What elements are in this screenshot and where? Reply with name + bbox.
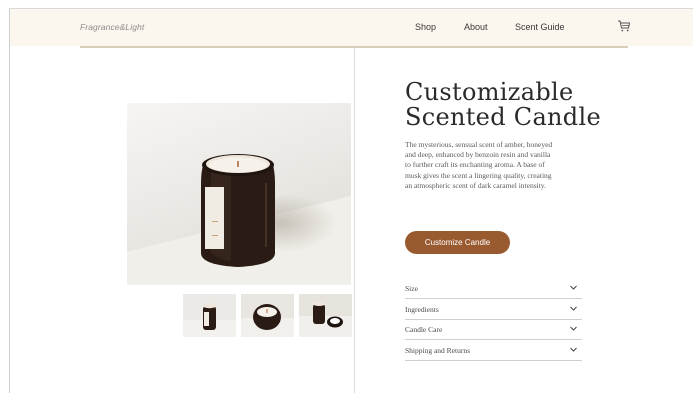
customize-candle-button[interactable]: Customize Candle bbox=[405, 231, 510, 254]
thumbnail-1[interactable] bbox=[183, 294, 236, 337]
chevron-down-icon bbox=[570, 326, 577, 331]
chevron-down-icon bbox=[570, 285, 577, 290]
description-line: and deep, enhanced by benzoin resin and … bbox=[405, 150, 551, 160]
thumbnail-2[interactable] bbox=[241, 294, 294, 337]
description-line: an atmospheric scent of dark caramel int… bbox=[405, 180, 546, 190]
window-left-border bbox=[9, 8, 10, 393]
description-line: to further craft its enchanting aroma. A… bbox=[405, 160, 545, 170]
accordion-candle-care[interactable]: Candle Care bbox=[405, 320, 582, 340]
accordion-label: Ingredients bbox=[405, 305, 439, 314]
product-title: Customizable Scented Candle bbox=[405, 80, 601, 130]
nav-link-scent-guide[interactable]: Scent Guide bbox=[515, 22, 565, 32]
accordion-shipping-returns[interactable]: Shipping and Returns bbox=[405, 341, 582, 361]
description-line: The mysterious, sensual scent of amber, … bbox=[405, 140, 553, 149]
product-description: The mysterious, sensual scent of amber, … bbox=[405, 140, 587, 191]
accordion-label: Shipping and Returns bbox=[405, 346, 470, 355]
nav-link-about[interactable]: About bbox=[464, 22, 488, 32]
description-line: musk gives the scent a lingering quality… bbox=[405, 170, 552, 180]
cart-icon[interactable] bbox=[617, 19, 631, 33]
product-title-line-2: Scented Candle bbox=[405, 103, 601, 131]
thumbnail-3[interactable] bbox=[299, 294, 352, 337]
site-logo[interactable]: Fragrance&Light bbox=[80, 22, 144, 32]
chevron-down-icon bbox=[570, 347, 577, 352]
accordion-ingredients[interactable]: Ingredients bbox=[405, 300, 582, 320]
column-divider bbox=[354, 47, 355, 393]
nav-link-shop[interactable]: Shop bbox=[415, 22, 436, 32]
product-title-line-1: Customizable bbox=[405, 78, 574, 106]
product-main-image[interactable] bbox=[127, 103, 351, 285]
accordion-label: Size bbox=[405, 284, 418, 293]
accordion-label: Candle Care bbox=[405, 325, 443, 334]
chevron-down-icon bbox=[570, 306, 577, 311]
candle-jar-illustration bbox=[201, 154, 275, 267]
accordion-size[interactable]: Size bbox=[405, 279, 582, 299]
